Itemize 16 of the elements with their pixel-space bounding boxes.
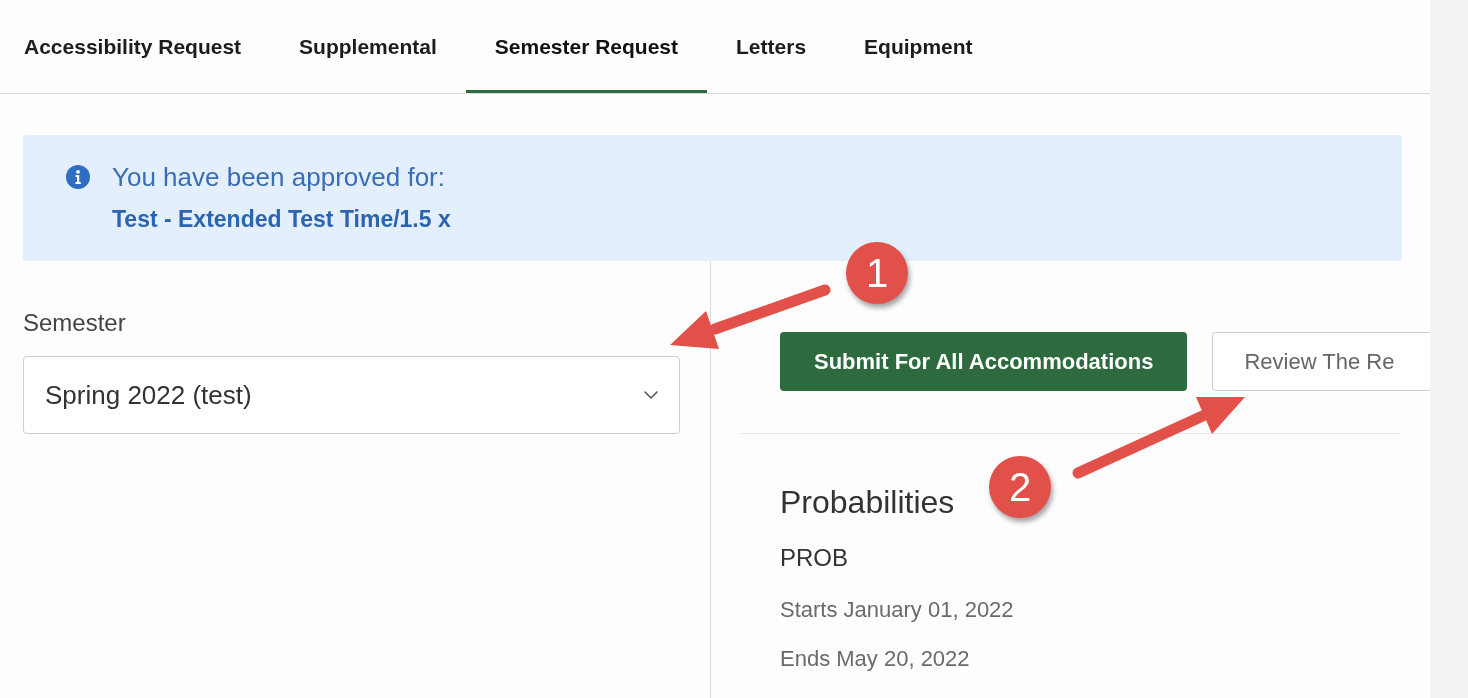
semester-label: Semester <box>23 309 126 337</box>
course-code: PROB <box>780 543 848 573</box>
tab[interactable]: Supplemental <box>270 0 466 93</box>
course-title: Probabilities <box>780 483 955 522</box>
course-end-date: Ends May 20, 2022 <box>780 645 970 673</box>
info-icon <box>66 165 90 189</box>
submit-button[interactable]: Submit For All Accommodations <box>780 332 1188 391</box>
tab[interactable]: Letters <box>707 0 836 93</box>
alert-message: You have been approved for: <box>112 162 445 192</box>
semester-select[interactable]: Spring 2022 (test) <box>23 356 680 434</box>
tab[interactable]: Accessibility Request <box>0 0 271 93</box>
tab[interactable]: Equipment <box>835 0 1002 93</box>
course-start-date: Starts January 01, 2022 <box>780 596 1014 624</box>
tab[interactable]: Semester Request <box>465 0 708 93</box>
review-button[interactable]: Review The Re <box>1212 332 1430 391</box>
approved-accommodation: Test - Extended Test Time/1.5 x <box>112 205 451 234</box>
